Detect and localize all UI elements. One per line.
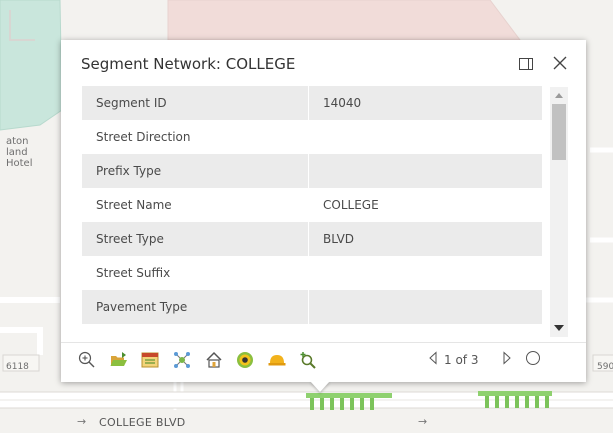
hardhat-icon[interactable] — [267, 350, 287, 370]
attribute-value — [308, 256, 542, 290]
table-row: Segment ID 14040 — [82, 86, 542, 120]
attribute-name: Street Name — [96, 198, 172, 212]
attribute-value — [308, 290, 542, 324]
table-card-icon[interactable] — [140, 350, 160, 370]
table-row: Pavement Type — [82, 290, 542, 324]
open-folder-icon[interactable] — [109, 350, 129, 370]
next-feature-icon[interactable] — [502, 351, 512, 370]
attribute-value: COLLEGE — [308, 188, 542, 222]
bullseye-icon[interactable] — [235, 350, 255, 370]
dock-icon[interactable] — [518, 56, 534, 72]
attribute-value: 14040 — [308, 86, 542, 120]
hotel-label-line: land — [6, 147, 28, 158]
popup-pointer — [310, 381, 330, 392]
close-icon[interactable] — [551, 54, 569, 72]
road-direction-arrow-icon: → — [77, 415, 87, 428]
table-row: Prefix Type — [82, 154, 542, 188]
search-zoom-icon[interactable] — [298, 350, 318, 370]
table-row: Street Type BLVD — [82, 222, 542, 256]
attribute-name: Prefix Type — [82, 154, 309, 188]
network-nodes-icon[interactable] — [172, 350, 192, 370]
attribute-value — [308, 154, 542, 188]
house-icon[interactable] — [204, 350, 224, 370]
zoom-to-icon[interactable] — [77, 350, 97, 370]
street-label: COLLEGE BLVD — [99, 416, 186, 429]
footer-divider — [61, 342, 586, 343]
address-number-right: 590 — [597, 362, 613, 372]
attribute-name: Street Type — [82, 222, 309, 256]
hotel-label-line: Hotel — [6, 158, 33, 169]
attribute-name: Segment ID — [82, 86, 309, 120]
feature-popup: Segment Network: COLLEGE Segment ID 1404… — [61, 40, 586, 382]
loading-circle-icon — [525, 350, 541, 366]
address-number-left: 6118 — [6, 362, 29, 372]
attribute-name: Street Suffix — [96, 266, 171, 280]
hotel-label-line: aton — [6, 136, 29, 147]
scroll-up-arrow-icon[interactable] — [555, 93, 563, 98]
attribute-table[interactable]: Segment ID 14040 Street Direction Prefix… — [82, 86, 542, 337]
vertical-scrollbar[interactable] — [550, 87, 568, 337]
hotel-label: aton land Hotel — [6, 136, 46, 169]
scroll-thumb[interactable] — [552, 104, 566, 160]
table-row: Street Name COLLEGE — [82, 188, 542, 222]
popup-title: Segment Network: COLLEGE — [81, 55, 296, 73]
table-row: Street Direction — [82, 120, 542, 154]
previous-feature-icon[interactable] — [428, 351, 438, 370]
table-row: Street Suffix — [82, 256, 542, 290]
attribute-value: BLVD — [308, 222, 542, 256]
road-direction-arrow-icon: → — [418, 415, 428, 428]
attribute-value — [308, 120, 542, 154]
attribute-name: Pavement Type — [82, 290, 309, 324]
feature-count: 1 of 3 — [444, 353, 479, 367]
scroll-down-arrow-icon[interactable] — [554, 325, 564, 331]
attribute-name: Street Direction — [96, 130, 191, 144]
